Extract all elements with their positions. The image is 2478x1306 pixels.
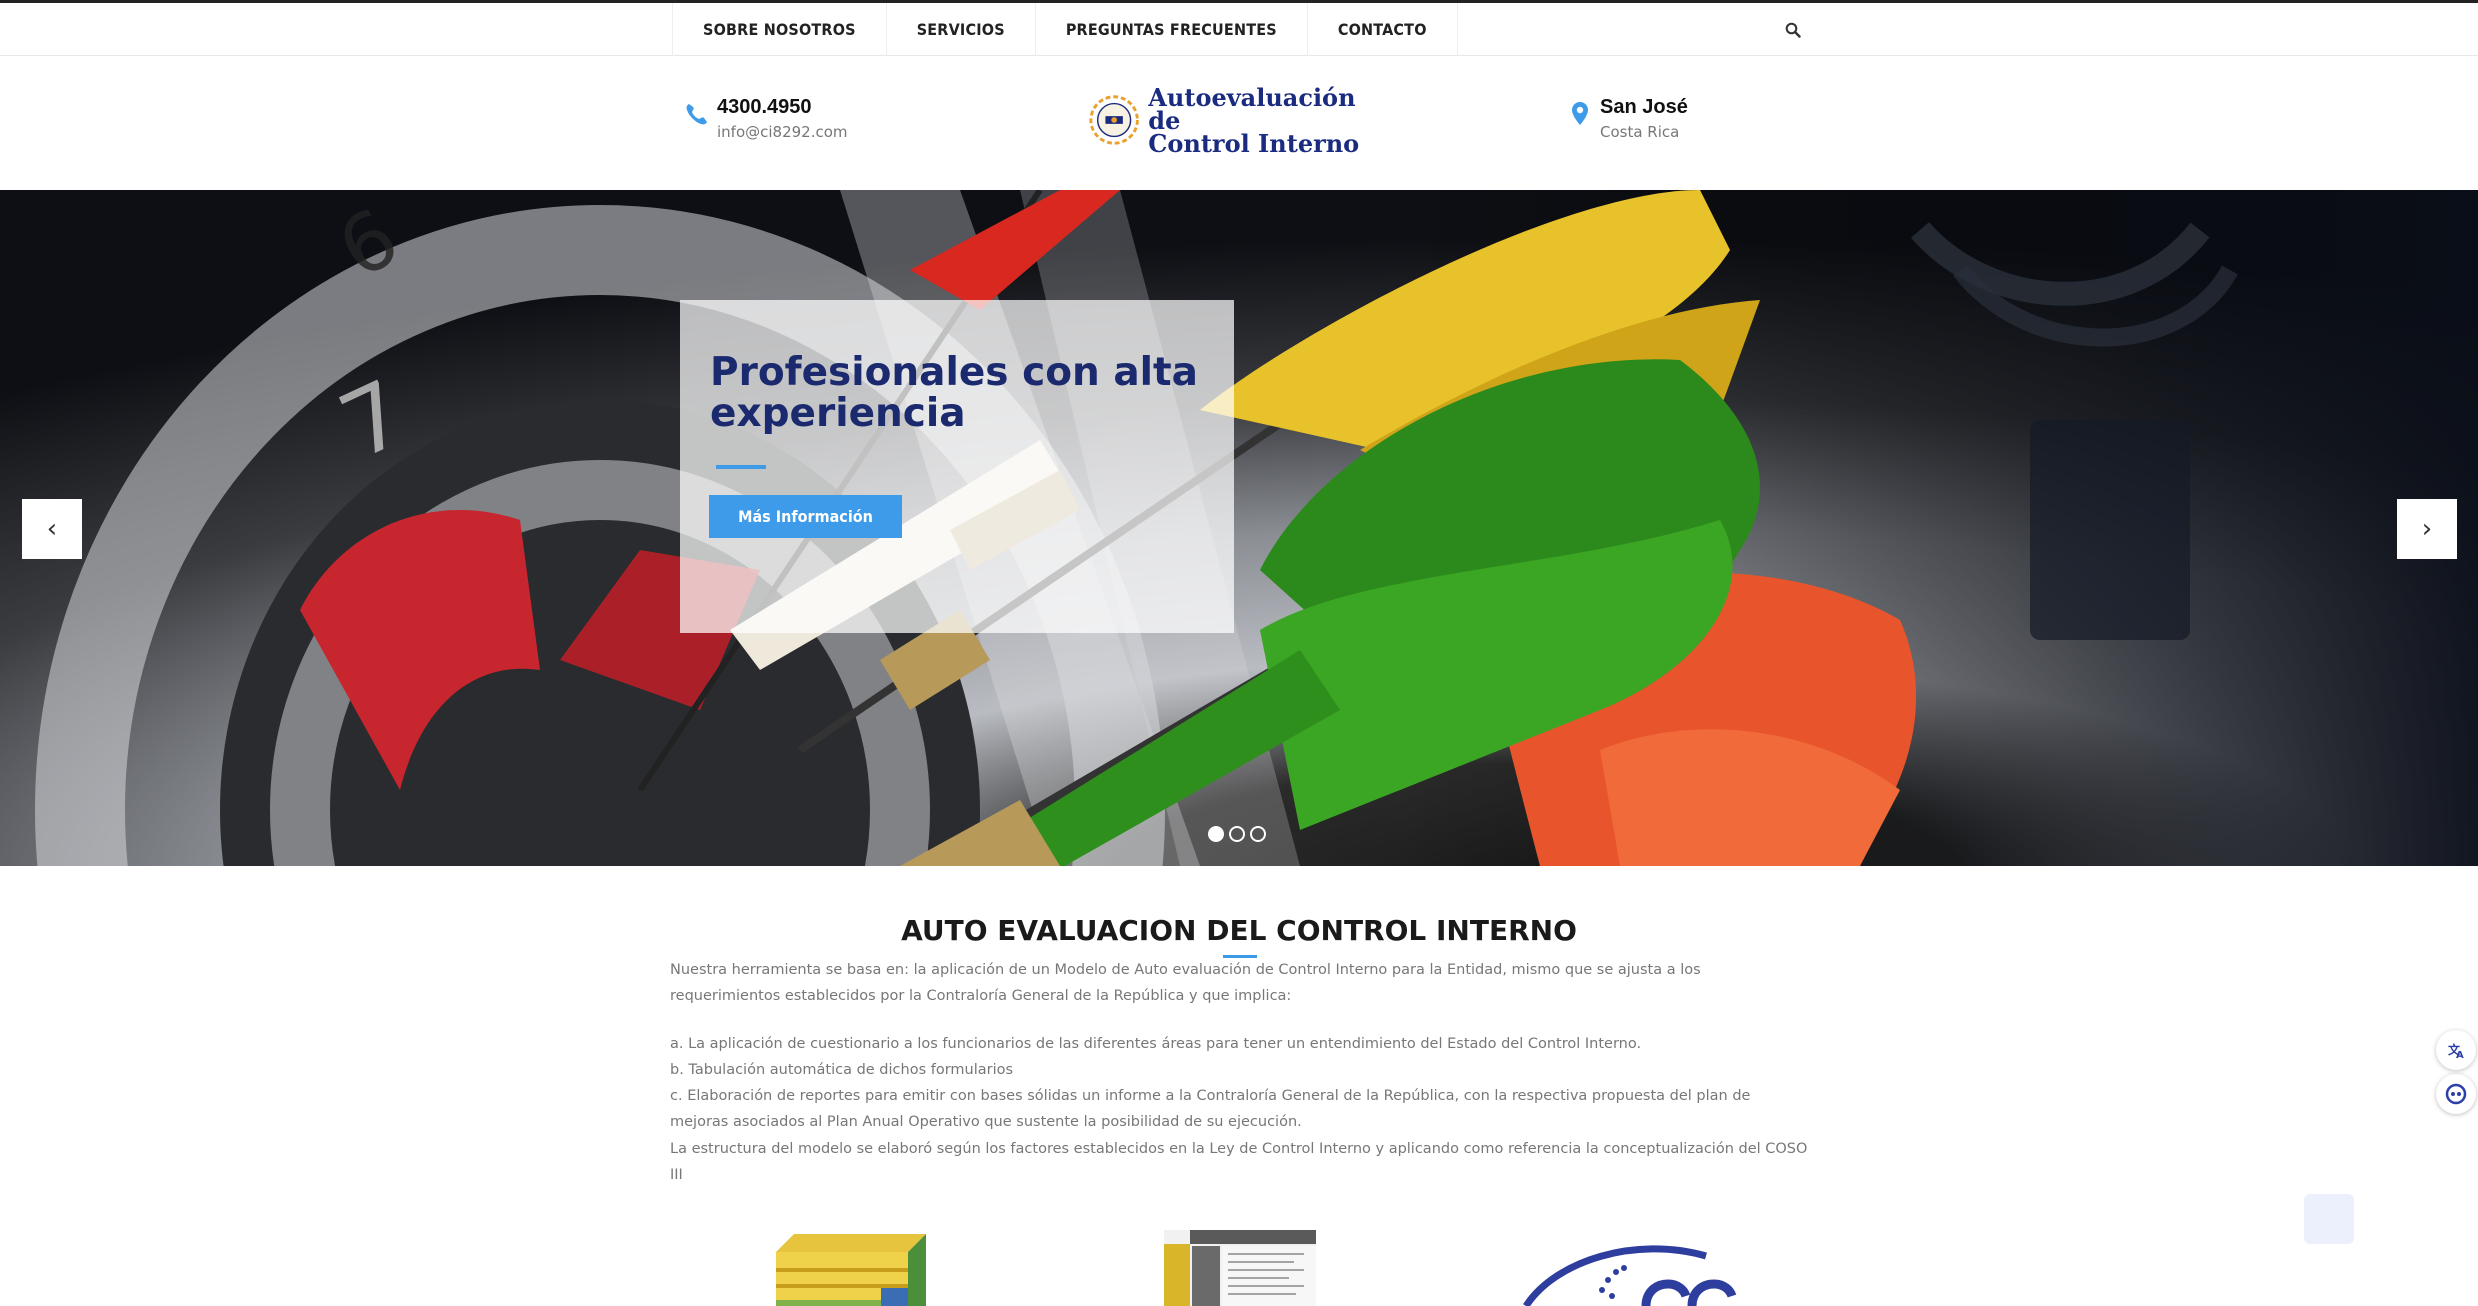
location-contact: San José Costa Rica	[1566, 96, 1688, 141]
phone-number[interactable]: 4300.4950	[717, 96, 848, 119]
site-logo[interactable]: Autoevaluación de Control Interno	[1088, 82, 1388, 158]
site-header: 4300.4950 info@ci8292.com Autoevaluación…	[0, 56, 2478, 190]
matrix-document-image[interactable]	[1164, 1230, 1316, 1306]
nav-item-contacto[interactable]: CONTACTO	[1308, 3, 1458, 56]
translate-button[interactable]: 文A	[2436, 1030, 2476, 1070]
mas-informacion-button[interactable]: Más Información	[709, 495, 902, 538]
translate-icon: 文A	[2448, 1042, 2464, 1060]
list-item: b. Tabulación automática de dichos formu…	[670, 1062, 1014, 1078]
logo-text-line1: Autoevaluación de	[1148, 82, 1356, 135]
main-content: AUTO EVALUACION DEL CONTROL INTERNO Nues…	[0, 866, 2478, 1306]
slide-title-underline	[716, 465, 766, 469]
slider-pagination	[1208, 826, 1266, 842]
location-country: Costa Rica	[1600, 123, 1680, 141]
map-pin-icon	[1572, 102, 1588, 125]
top-navigation: SOBRE NOSOTROS SERVICIOS PREGUNTAS FRECU…	[0, 0, 2478, 56]
list-item: a. La aplicación de cuestionario a los f…	[670, 1036, 1642, 1052]
chevron-right-icon: ›	[2421, 514, 2433, 544]
hero-darts-image: 7 6	[0, 190, 2478, 866]
phone-contact: 4300.4950 info@ci8292.com	[683, 96, 848, 141]
cgr-logo-image[interactable]	[1516, 1240, 1746, 1306]
hero-slider: 7 6 Profesionales con alta experiencia M…	[0, 190, 2478, 866]
intro-paragraph: Nuestra herramienta se basa en: la aplic…	[670, 962, 1701, 1004]
chevron-left-icon: ‹	[46, 514, 58, 544]
list-item: c. Elaboración de reportes para emitir c…	[670, 1088, 1751, 1130]
slide-dot-1[interactable]	[1208, 826, 1224, 842]
slide-dot-3[interactable]	[1250, 826, 1266, 842]
section-title: AUTO EVALUACION DEL CONTROL INTERNO	[901, 914, 1577, 947]
search-icon[interactable]	[1778, 15, 1808, 45]
list-item: La estructura del modelo se elaboró segú…	[670, 1141, 1808, 1183]
scroll-to-top-button[interactable]	[2304, 1194, 2354, 1244]
nav-item-sobre-nosotros[interactable]: SOBRE NOSOTROS	[673, 3, 887, 56]
slide-title: Profesionales con alta experiencia	[710, 350, 1198, 436]
accessibility-button[interactable]	[2436, 1074, 2476, 1114]
prev-slide-button[interactable]: ‹	[22, 499, 82, 559]
nav-item-servicios[interactable]: SERVICIOS	[887, 3, 1036, 56]
accessibility-icon	[2445, 1083, 2467, 1105]
phone-icon	[686, 104, 707, 125]
location-city: San José	[1600, 96, 1688, 118]
coso-cube-image[interactable]	[776, 1230, 926, 1306]
slide-dot-2[interactable]	[1229, 826, 1245, 842]
logo-emblem-icon	[1089, 95, 1139, 145]
next-slide-button[interactable]: ›	[2397, 499, 2457, 559]
slide-caption: Profesionales con alta experiencia Más I…	[680, 300, 1234, 633]
svg-text:A: A	[2456, 1050, 2464, 1060]
nav-item-preguntas-frecuentes[interactable]: PREGUNTAS FRECUENTES	[1036, 3, 1308, 56]
email-address[interactable]: info@ci8292.com	[717, 123, 848, 141]
logo-text-line2: Control Interno	[1148, 128, 1360, 158]
main-menu: SOBRE NOSOTROS SERVICIOS PREGUNTAS FRECU…	[672, 3, 1458, 56]
